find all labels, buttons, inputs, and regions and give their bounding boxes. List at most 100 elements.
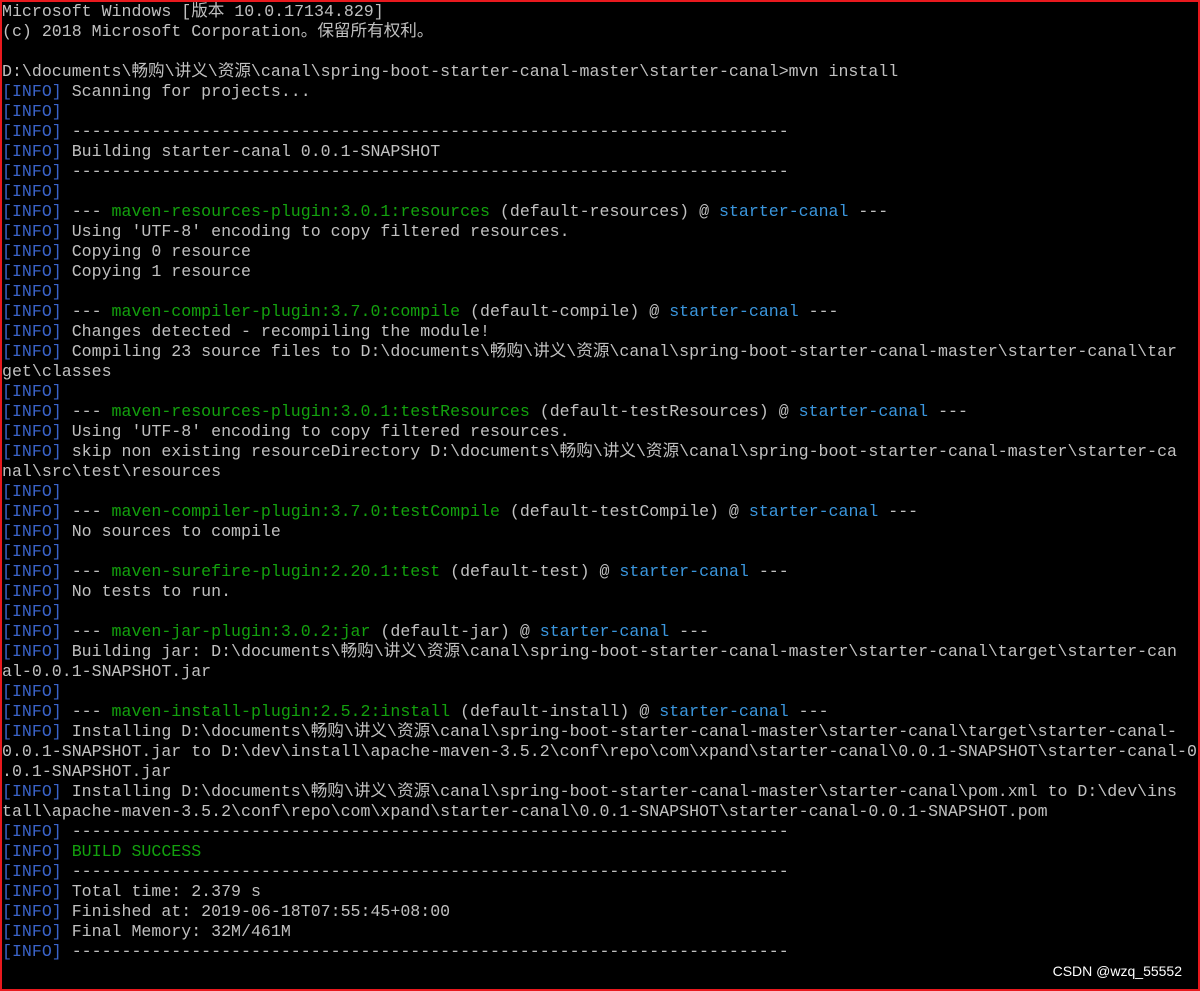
console-line: [INFO]	[2, 382, 1197, 402]
console-line: [INFO] No tests to run.	[2, 582, 1197, 602]
line-text: (default-testResources) @	[529, 402, 799, 421]
console-line: [INFO] Changes detected - recompiling th…	[2, 322, 1197, 342]
line-text: Installing D:\documents\畅购\讲义\资源\canal\s…	[61, 722, 1178, 741]
line-text: ----------------------------------------…	[61, 942, 789, 961]
console-line: [INFO] --- maven-compiler-plugin:3.7.0:c…	[2, 302, 1197, 322]
console-line: get\classes	[2, 362, 1197, 382]
console-line: [INFO] ---------------------------------…	[2, 862, 1197, 882]
line-text: ---	[61, 202, 112, 221]
line-text: ---	[61, 702, 112, 721]
project-name: starter-canal	[718, 202, 849, 221]
line-text: Changes detected - recompiling the modul…	[61, 322, 490, 341]
console-line: [INFO] BUILD SUCCESS	[2, 842, 1197, 862]
log-level-tag: [INFO]	[2, 302, 62, 321]
console-line: [INFO] ---------------------------------…	[2, 822, 1197, 842]
console-line: [INFO] --- maven-surefire-plugin:2.20.1:…	[2, 562, 1197, 582]
plugin-name: maven-resources-plugin:3.0.1:resources	[111, 202, 490, 221]
console-line: [INFO] Using 'UTF-8' encoding to copy fi…	[2, 222, 1197, 242]
console-line: [INFO]	[2, 682, 1197, 702]
log-level-tag: [INFO]	[2, 202, 62, 221]
console-line: [INFO] Finished at: 2019-06-18T07:55:45+…	[2, 902, 1197, 922]
console-line: [INFO] No sources to compile	[2, 522, 1197, 542]
console-line: [INFO] --- maven-install-plugin:2.5.2:in…	[2, 702, 1197, 722]
console-line: [INFO] Building starter-canal 0.0.1-SNAP…	[2, 142, 1197, 162]
line-text: ---	[878, 502, 919, 521]
line-text: (c) 2018 Microsoft Corporation。保留所有权利。	[2, 22, 434, 41]
log-level-tag: [INFO]	[2, 882, 62, 901]
line-text: ---	[848, 202, 889, 221]
console-line: [INFO] Installing D:\documents\畅购\讲义\资源\…	[2, 782, 1197, 802]
console-line: tall\apache-maven-3.5.2\conf\repo\com\xp…	[2, 802, 1197, 822]
console-line: [INFO] Using 'UTF-8' encoding to copy fi…	[2, 422, 1197, 442]
log-level-tag: [INFO]	[2, 842, 62, 861]
line-text: (default-compile) @	[460, 302, 670, 321]
log-level-tag: [INFO]	[2, 642, 62, 661]
log-level-tag: [INFO]	[2, 922, 62, 941]
line-text: skip non existing resourceDirectory D:\d…	[61, 442, 1178, 461]
line-text: ---	[61, 302, 112, 321]
project-name: starter-canal	[798, 402, 929, 421]
line-text: Total time: 2.379 s	[61, 882, 261, 901]
line-text: tall\apache-maven-3.5.2\conf\repo\com\xp…	[2, 802, 1048, 821]
line-text: D:\documents\畅购\讲义\资源\canal\spring-boot-…	[2, 62, 899, 81]
console-output: Microsoft Windows [版本 10.0.17134.829] (c)…	[2, 2, 1197, 962]
project-name: starter-canal	[669, 302, 799, 321]
log-level-tag: [INFO]	[2, 682, 62, 701]
plugin-name: maven-surefire-plugin:2.20.1:test	[111, 562, 441, 581]
line-text: No tests to run.	[61, 582, 232, 601]
log-level-tag: [INFO]	[2, 522, 62, 541]
line-text: ----------------------------------------…	[61, 122, 789, 141]
project-name: starter-canal	[619, 562, 749, 581]
log-level-tag: [INFO]	[2, 122, 62, 141]
line-text: 0.0.1-SNAPSHOT.jar to D:\dev\install\apa…	[2, 742, 1197, 761]
line-text: ---	[798, 302, 839, 321]
line-text: ----------------------------------------…	[61, 822, 789, 841]
log-level-tag: [INFO]	[2, 102, 62, 121]
line-text: Using 'UTF-8' encoding to copy filtered …	[61, 422, 570, 441]
line-text: Final Memory: 32M/461M	[61, 922, 291, 941]
log-level-tag: [INFO]	[2, 82, 62, 101]
log-level-tag: [INFO]	[2, 482, 62, 501]
project-name: starter-canal	[659, 702, 789, 721]
log-level-tag: [INFO]	[2, 402, 62, 421]
line-text: No sources to compile	[61, 522, 281, 541]
log-level-tag: [INFO]	[2, 342, 62, 361]
project-name: starter-canal	[539, 622, 670, 641]
console-line: [INFO]	[2, 542, 1197, 562]
console-line: 0.0.1-SNAPSHOT.jar to D:\dev\install\apa…	[2, 742, 1197, 762]
console-line: [INFO] --- maven-resources-plugin:3.0.1:…	[2, 202, 1197, 222]
console-line: [INFO] Copying 1 resource	[2, 262, 1197, 282]
log-level-tag: [INFO]	[2, 942, 62, 961]
line-text: Copying 1 resource	[61, 262, 251, 281]
log-level-tag: [INFO]	[2, 422, 62, 441]
log-level-tag: [INFO]	[2, 282, 62, 301]
log-level-tag: [INFO]	[2, 562, 62, 581]
console-line: nal\src\test\resources	[2, 462, 1197, 482]
line-text: ---	[61, 622, 112, 641]
console-line: al-0.0.1-SNAPSHOT.jar	[2, 662, 1197, 682]
line-text: ---	[61, 502, 112, 521]
console-line: [INFO] Total time: 2.379 s	[2, 882, 1197, 902]
console-line: [INFO] ---------------------------------…	[2, 942, 1197, 962]
plugin-name: maven-resources-plugin:3.0.1:testResourc…	[111, 402, 530, 421]
log-level-tag: [INFO]	[2, 382, 62, 401]
log-level-tag: [INFO]	[2, 862, 62, 881]
console-line: .0.1-SNAPSHOT.jar	[2, 762, 1197, 782]
line-text: ----------------------------------------…	[61, 862, 789, 881]
console-line: D:\documents\畅购\讲义\资源\canal\spring-boot-…	[2, 62, 1197, 82]
line-text: Building starter-canal 0.0.1-SNAPSHOT	[61, 142, 441, 161]
line-text: Finished at: 2019-06-18T07:55:45+08:00	[61, 902, 451, 921]
log-level-tag: [INFO]	[2, 702, 62, 721]
console-line: [INFO] Building jar: D:\documents\畅购\讲义\…	[2, 642, 1197, 662]
log-level-tag: [INFO]	[2, 502, 62, 521]
line-text: al-0.0.1-SNAPSHOT.jar	[2, 662, 212, 681]
line-text: ----------------------------------------…	[61, 162, 789, 181]
line-text: Microsoft Windows [版本 10.0.17134.829]	[2, 2, 384, 21]
console-line: [INFO] Installing D:\documents\畅购\讲义\资源\…	[2, 722, 1197, 742]
console-line: [INFO] Scanning for projects...	[2, 82, 1197, 102]
console-window[interactable]: Microsoft Windows [版本 10.0.17134.829] (c)…	[0, 0, 1200, 991]
log-level-tag: [INFO]	[2, 262, 62, 281]
line-text: (default-install) @	[450, 702, 660, 721]
line-text: Compiling 23 source files to D:\document…	[61, 342, 1178, 361]
